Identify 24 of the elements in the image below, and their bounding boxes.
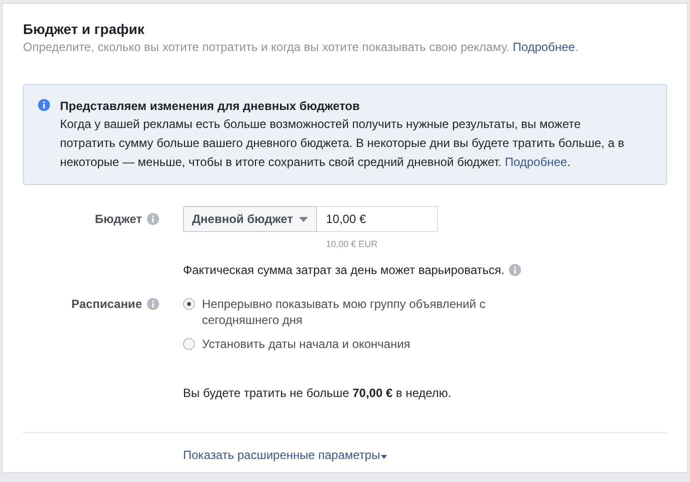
schedule-label: Расписание <box>71 297 142 311</box>
weekly-total-text: Вы будете тратить не больше 70,00 € в неделю. <box>183 386 452 400</box>
radio-button[interactable] <box>183 338 195 350</box>
radio-button[interactable] <box>183 298 195 310</box>
info-icon[interactable] <box>509 264 522 276</box>
info-icon[interactable] <box>147 213 159 225</box>
caret-icon <box>381 455 388 459</box>
radio-label[interactable]: Установить даты начала и окончания <box>202 336 410 352</box>
section-subtitle: Определите, сколько вы хотите потратить и когда вы хотите показывать свою рекламу. Подробнее. <box>23 39 580 56</box>
section-title: Бюджет и график <box>23 20 146 38</box>
currency-hint: 10,00 € EUR <box>326 239 379 249</box>
budget-type-dropdown[interactable]: Дневной бюджет <box>183 206 317 232</box>
budget-input-field[interactable]: 10,00 € <box>317 206 438 232</box>
learn-more-link[interactable]: Подробнее <box>512 40 575 54</box>
advanced-options-link[interactable]: Показать расширенные параметры <box>183 448 380 462</box>
budget-note: Фактическая сумма затрат за день может варьироваться. <box>183 263 504 277</box>
caret-icon <box>299 216 308 222</box>
learn-more-link[interactable]: Подробнее <box>504 155 568 169</box>
info-icon <box>38 99 50 111</box>
radio-label[interactable]: Непрерывно показывать мою группу объявлений с сегодняшнего дня <box>202 296 513 328</box>
info-icon[interactable] <box>147 298 159 310</box>
notice-title: Представляем изменения для дневных бюджетов <box>60 98 361 115</box>
notice-text: Когда у вашей рекламы есть больше возможностей получить нужные результаты, вы можете потратить сумму больше вашего дневного бюджета. В некоторые дни вы будете тратить больше, а в некоторые — меньше, чтобы в итоге сохранить свой средний дневной бюджет. Подробнее. <box>60 116 626 171</box>
budget-label: Бюджет <box>94 212 142 226</box>
